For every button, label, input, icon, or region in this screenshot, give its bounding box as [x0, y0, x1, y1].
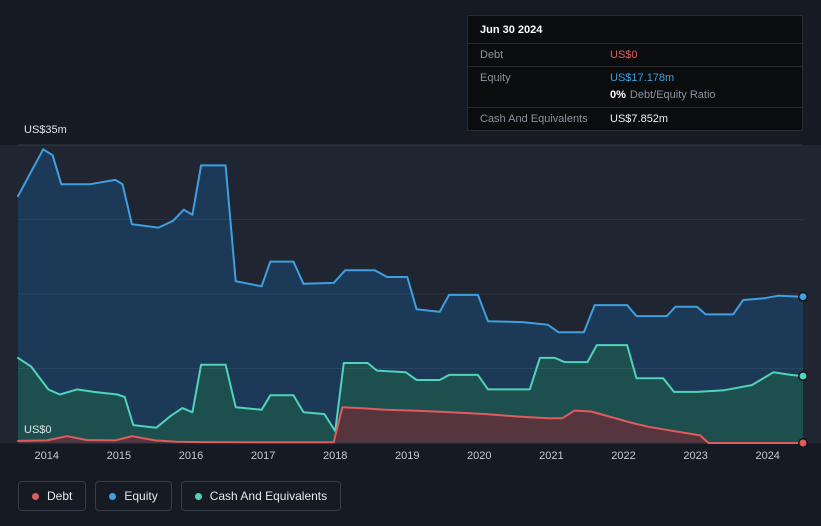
- tooltip-ratio-value: 0%: [610, 89, 626, 101]
- legend-label-cash: Cash And Equivalents: [209, 489, 328, 503]
- x-axis-tick-label: 2018: [323, 450, 347, 462]
- equity-end-dot[interactable]: [798, 291, 808, 302]
- x-axis-tick-label: 2016: [179, 450, 203, 462]
- tooltip-equity-label: Equity: [480, 72, 511, 84]
- tooltip-debt-label: Debt: [480, 49, 504, 61]
- x-axis-tick-label: 2015: [107, 450, 131, 462]
- tooltip-debt-row: Debt US$0: [468, 44, 802, 66]
- x-axis-tick-label: 2021: [539, 450, 563, 462]
- legend: Debt Equity Cash And Equivalents: [18, 481, 342, 511]
- legend-item-debt[interactable]: Debt: [18, 481, 87, 511]
- equity-series-dot-icon: [109, 492, 117, 500]
- tooltip-cash-value: US$7.852m: [610, 113, 669, 125]
- chart-panel: 2014 2015 2016 2017 2018 2019 2020 2021 2022 2023…: [0, 0, 821, 526]
- tooltip-date: Jun 30 2024: [480, 24, 543, 36]
- legend-item-equity[interactable]: Equity: [95, 481, 172, 511]
- x-axis-tick-label: 2023: [683, 450, 707, 462]
- tooltip-equity-value: US$17.178m: [610, 72, 675, 84]
- tooltip-equity-row: Equity US$17.178m: [468, 67, 802, 89]
- x-axis-tick-label: 2020: [467, 450, 491, 462]
- tooltip-cash-row: Cash And Equivalents US$7.852m: [468, 108, 802, 130]
- debt-end-dot[interactable]: [798, 438, 808, 448]
- tooltip-cash-label: Cash And Equivalents: [480, 113, 588, 125]
- tooltip-debt-value: US$0: [610, 49, 638, 61]
- debt-series-dot-icon: [32, 492, 39, 500]
- x-axis-tick-label: 2017: [251, 450, 275, 462]
- legend-label-equity: Equity: [124, 489, 158, 503]
- x-axis-tick-label: 2022: [611, 450, 635, 462]
- cash-and-equivalents-end-dot[interactable]: [798, 371, 808, 382]
- y-axis-max-label: US$35m: [24, 124, 67, 136]
- legend-label-debt: Debt: [47, 489, 73, 503]
- legend-item-cash[interactable]: Cash And Equivalents: [180, 481, 342, 511]
- tooltip: Jun 30 2024 Debt US$0 Equity US$17.178m …: [467, 15, 803, 131]
- tooltip-ratio-row: 0% Debt/Equity Ratio: [468, 89, 802, 107]
- x-axis-tick-label: 2019: [395, 450, 419, 462]
- x-axis-tick-label: 2014: [35, 450, 59, 462]
- y-axis-min-label: US$0: [24, 424, 52, 436]
- cash-series-dot-icon: [194, 492, 202, 500]
- x-axis-tick-label: 2024: [755, 450, 779, 462]
- tooltip-ratio-label: Debt/Equity Ratio: [629, 89, 716, 101]
